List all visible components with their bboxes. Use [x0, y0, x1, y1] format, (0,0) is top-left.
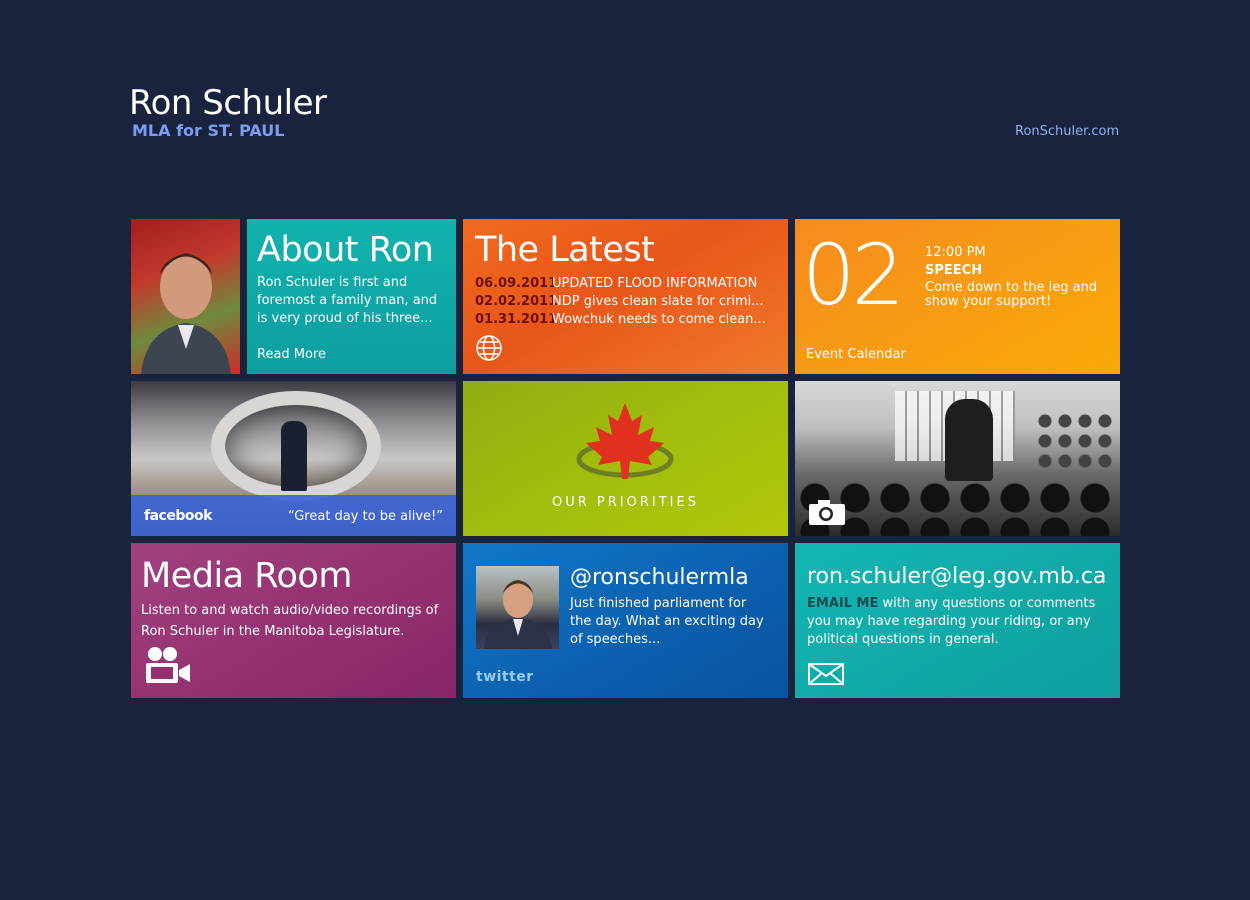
news-item[interactable]: 01.31.2011 Wowchuk needs to come clean..… [475, 311, 766, 329]
email-address[interactable]: ron.schuler@leg.gov.mb.ca [807, 564, 1106, 589]
event-day: 02 [802, 226, 905, 324]
event-type: SPEECH [925, 263, 983, 278]
site-title: Ron Schuler [129, 83, 327, 123]
about-title: About Ron [257, 230, 434, 270]
read-more-link[interactable]: Read More [257, 347, 326, 362]
tweet-text: Just finished parliament for the day. Wh… [570, 596, 764, 647]
latest-tile[interactable]: The Latest 06.09.2011 UPDATED FLOOD INFO… [463, 219, 788, 374]
photo-gallery-tile[interactable] [795, 381, 1120, 536]
camera-icon[interactable] [808, 498, 846, 526]
calendar-tile[interactable]: 02 12:00 PM SPEECH Come down to the leg … [795, 219, 1120, 374]
video-camera-icon[interactable] [145, 646, 191, 684]
twitter-avatar [476, 566, 559, 649]
facebook-tile[interactable]: facebook “Great day to be alive!” [131, 381, 456, 536]
twitter-handle[interactable]: @ronschulermla [570, 565, 749, 590]
facebook-logo: facebook [144, 508, 212, 524]
twitter-logo: twitter [476, 669, 534, 685]
site-link[interactable]: RonSchuler.com [1015, 124, 1119, 139]
latest-title: The Latest [475, 230, 655, 270]
envelope-icon[interactable] [808, 663, 844, 685]
about-tile[interactable]: About Ron Ron Schuler is first and forem… [247, 219, 456, 374]
news-date: 01.31.2011 [475, 312, 558, 327]
event-time: 12:00 PM [925, 245, 986, 260]
priorities-tile[interactable]: OUR PRIORITIES [463, 381, 788, 536]
news-headline: UPDATED FLOOD INFORMATION [552, 276, 758, 291]
site-subtitle: MLA for ST. PAUL [132, 121, 285, 140]
facebook-bar: facebook “Great day to be alive!” [131, 495, 456, 536]
email-tile[interactable]: ron.schuler@leg.gov.mb.ca EMAIL ME with … [795, 543, 1120, 698]
email-text: EMAIL ME with any questions or comments … [807, 595, 1107, 649]
photo-person [281, 421, 307, 491]
news-date: 06.09.2011 [475, 276, 558, 291]
event-calendar-link[interactable]: Event Calendar [806, 347, 906, 362]
photo-wall-decor [1035, 411, 1115, 471]
media-title: Media Room [141, 556, 352, 596]
email-me-label: EMAIL ME [807, 596, 879, 611]
news-item[interactable]: 06.09.2011 UPDATED FLOOD INFORMATION [475, 275, 766, 293]
news-date: 02.02.2011 [475, 294, 558, 309]
priorities-label: OUR PRIORITIES [552, 495, 699, 510]
media-room-tile[interactable]: Media Room Listen to and watch audio/vid… [131, 543, 456, 698]
portrait-image [141, 253, 231, 374]
globe-icon[interactable] [475, 334, 503, 362]
about-text: Ron Schuler is first and foremost a fami… [257, 275, 438, 326]
news-headline: Wowchuk needs to come clean... [552, 312, 766, 327]
about-portrait-photo[interactable] [131, 219, 240, 374]
facebook-status: “Great day to be alive!” [287, 509, 443, 524]
news-headline: NDP gives clean slate for crimi... [552, 294, 764, 309]
maple-leaf-icon [576, 403, 674, 479]
news-item[interactable]: 02.02.2011 NDP gives clean slate for cri… [475, 293, 766, 311]
media-text: Listen to and watch audio/video recordin… [141, 603, 439, 639]
twitter-tile[interactable]: @ronschulermla Just finished parliament … [463, 543, 788, 698]
news-list: 06.09.2011 UPDATED FLOOD INFORMATION 02.… [475, 275, 766, 329]
event-description: Come down to the leg and show your suppo… [925, 280, 1098, 309]
photo-speaker [945, 399, 993, 481]
